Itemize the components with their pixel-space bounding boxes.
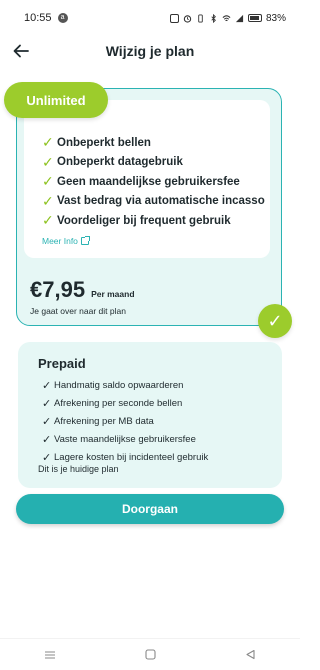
unlimited-feature-list: ✓ Onbeperkt bellen ✓ Onbeperkt datagebru… <box>42 133 272 231</box>
check-icon: ✓ <box>42 433 52 446</box>
list-item: ✓ Handmatig saldo opwaarderen <box>42 376 272 394</box>
check-icon: ✓ <box>42 212 54 229</box>
feature-label: Handmatig saldo opwaarderen <box>54 379 184 391</box>
continue-button[interactable]: Doorgaan <box>16 494 284 524</box>
list-item: ✓ Vast bedrag via automatische incasso <box>42 192 272 212</box>
battery-icon <box>247 14 262 22</box>
list-item: ✓ Geen maandelijkse gebruikersfee <box>42 172 272 192</box>
signal-icon <box>235 14 244 22</box>
feature-label: Afrekening per seconde bellen <box>54 397 183 409</box>
check-icon: ✓ <box>42 134 54 151</box>
check-icon: ✓ <box>42 415 52 428</box>
alarm-icon <box>183 14 192 23</box>
status-bar-right: 83% <box>169 12 286 24</box>
battery-level: 83% <box>265 12 286 24</box>
feature-label: Vaste maandelijkse gebruikersfee <box>54 433 196 445</box>
check-icon: ✓ <box>42 379 52 392</box>
nfc-icon <box>169 13 179 23</box>
status-bar: 10:55 a 83% <box>0 0 300 36</box>
nav-back-button[interactable] <box>238 643 262 667</box>
prepaid-feature-list: ✓ Handmatig saldo opwaarderen ✓ Afrekeni… <box>42 376 272 466</box>
more-info-link[interactable]: Meer Info <box>42 236 90 246</box>
price-unit: Per maand <box>91 289 135 299</box>
notification-icon: a <box>57 13 68 23</box>
feature-label: Voordeliger bij frequent gebruik <box>57 214 231 227</box>
feature-label: Afrekening per MB data <box>54 415 154 427</box>
status-time: 10:55 <box>24 12 52 24</box>
app-header: Wijzig je plan <box>0 36 300 66</box>
plan-price: €7,95 <box>30 277 86 302</box>
system-nav-bar <box>0 638 300 670</box>
check-icon: ✓ <box>42 397 52 410</box>
switch-note: Je gaat over naar dit plan <box>30 306 126 316</box>
arrow-left-icon <box>13 44 29 58</box>
plan-name-badge: Unlimited <box>4 82 108 118</box>
check-icon: ✓ <box>42 173 54 190</box>
list-item: ✓ Afrekening per MB data <box>42 412 272 430</box>
home-button[interactable] <box>138 643 162 667</box>
feature-label: Onbeperkt datagebruik <box>57 156 183 169</box>
check-icon: ✓ <box>42 451 52 464</box>
current-plan-note: Dit is je huidige plan <box>38 464 119 474</box>
page-title: Wijzig je plan <box>105 43 195 59</box>
feature-label: Vast bedrag via automatische incasso <box>57 195 265 208</box>
check-icon: ✓ <box>42 153 54 170</box>
external-link-icon <box>80 236 90 245</box>
feature-label: Onbeperkt bellen <box>57 136 151 149</box>
price-row: €7,95 Per maand <box>30 277 135 303</box>
wifi-icon <box>222 14 231 21</box>
bluetooth-icon <box>211 13 216 23</box>
home-icon <box>144 649 156 660</box>
list-item: ✓ Onbeperkt datagebruik <box>42 153 272 173</box>
back-button[interactable] <box>10 40 32 62</box>
check-icon: ✓ <box>42 192 54 209</box>
prepaid-plan-name: Prepaid <box>38 356 86 371</box>
list-item: ✓ Vaste maandelijkse gebruikersfee <box>42 430 272 448</box>
selected-check-icon: ✓ <box>258 304 292 338</box>
feature-label: Lagere kosten bij incidenteel gebruik <box>54 451 209 463</box>
list-item: ✓ Afrekening per seconde bellen <box>42 394 272 412</box>
back-icon <box>245 649 255 660</box>
list-item: ✓ Onbeperkt bellen <box>42 133 272 153</box>
feature-label: Geen maandelijkse gebruikersfee <box>57 175 240 188</box>
recent-apps-icon <box>45 650 55 659</box>
more-info-label: Meer Info <box>42 236 78 246</box>
recent-apps-button[interactable] <box>38 643 62 667</box>
status-bar-left: 10:55 a <box>24 12 68 24</box>
list-item: ✓ Voordeliger bij frequent gebruik <box>42 211 272 231</box>
vibrate-icon <box>198 13 203 23</box>
